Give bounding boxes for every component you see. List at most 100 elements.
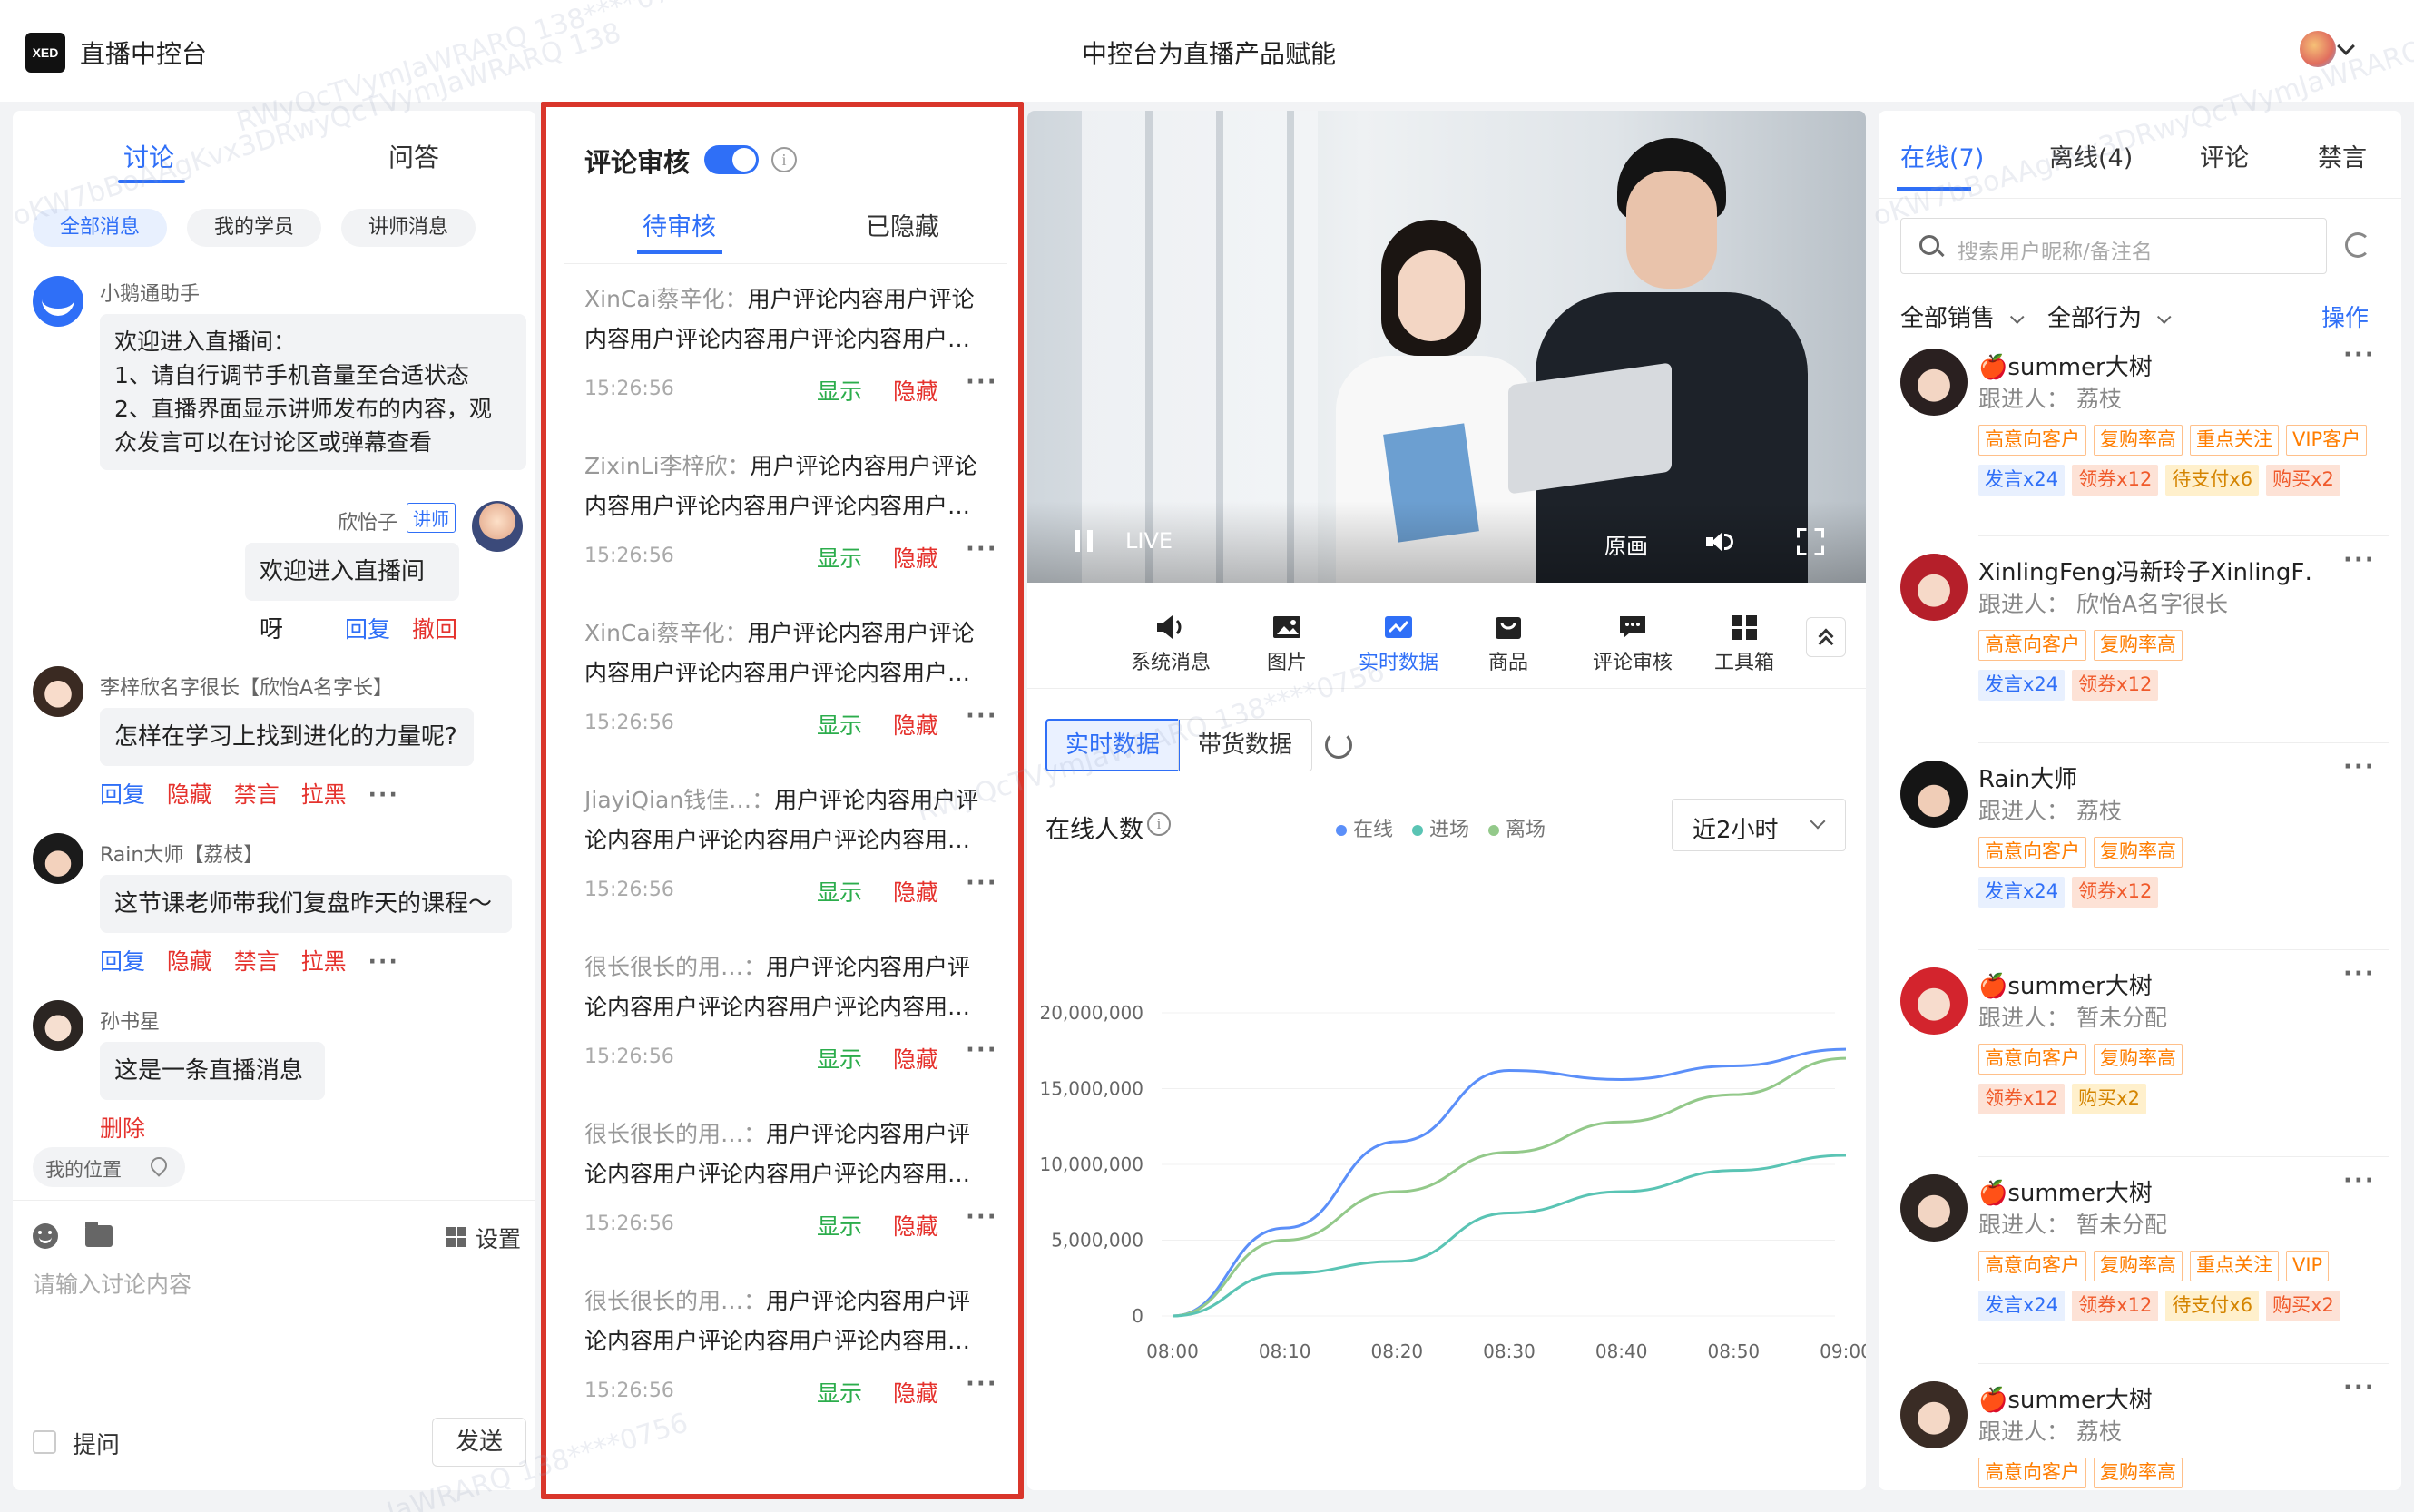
- hide-button[interactable]: 隐藏: [893, 541, 938, 574]
- filter-students[interactable]: 我的学员: [187, 209, 321, 247]
- send-button[interactable]: 发送: [432, 1418, 526, 1467]
- reply-link[interactable]: 回复: [345, 612, 390, 644]
- operate-link[interactable]: 操作: [2321, 299, 2369, 333]
- folder-icon[interactable]: [85, 1222, 113, 1247]
- user-list-item[interactable]: 🍎summer大树 ··· 跟进人： 荔枝 高意向客户 复购率高 重点关注 VIP客户…: [1879, 349, 2401, 554]
- more-icon[interactable]: ···: [966, 869, 998, 897]
- tab-online[interactable]: 在线(7): [1900, 138, 1984, 173]
- delete-link[interactable]: 删除: [100, 1111, 145, 1144]
- more-icon[interactable]: ···: [2343, 1381, 2376, 1401]
- tab-comments[interactable]: 评论: [2200, 138, 2249, 173]
- show-button[interactable]: 显示: [817, 541, 862, 574]
- user-list-item[interactable]: 🍎summer大树 ··· 跟进人： 荔枝 高意向客户 复购率高: [1879, 1381, 2401, 1490]
- user-avatar-menu[interactable]: [2300, 31, 2355, 71]
- more-icon[interactable]: ···: [368, 781, 399, 808]
- more-icon[interactable]: ···: [2343, 967, 2376, 987]
- y-tick-label: 5,000,000: [1051, 1230, 1143, 1252]
- more-icon[interactable]: ···: [2343, 1174, 2376, 1194]
- series-line-在线: [1172, 1047, 1847, 1318]
- show-button[interactable]: 显示: [817, 1376, 862, 1409]
- hide-button[interactable]: 隐藏: [893, 1376, 938, 1409]
- discussion-input[interactable]: 请输入讨论内容: [33, 1267, 191, 1300]
- toolbar-image[interactable]: 图片: [1251, 614, 1323, 675]
- more-icon[interactable]: ···: [966, 1370, 998, 1398]
- data-tab-sales[interactable]: 带货数据: [1178, 719, 1312, 771]
- more-icon[interactable]: ···: [966, 1036, 998, 1064]
- toolbar-realtime-data[interactable]: 实时数据: [1339, 614, 1457, 675]
- mute-link[interactable]: 禁言: [234, 781, 280, 808]
- hide-button[interactable]: 隐藏: [893, 1042, 938, 1075]
- search-input[interactable]: 搜索用户昵称/备注名: [1958, 234, 2153, 265]
- behavior-tag: 发言x24: [1978, 465, 2066, 496]
- user-list-item[interactable]: Rain大师 ··· 跟进人： 荔枝 高意向客户 复购率高 发言x24 领券x12: [1879, 761, 2401, 967]
- filter-behavior[interactable]: 全部行为: [2047, 299, 2172, 336]
- filter-teacher[interactable]: 讲师消息: [341, 209, 476, 247]
- show-button[interactable]: 显示: [817, 1209, 862, 1242]
- block-link[interactable]: 拉黑: [301, 948, 347, 975]
- tab-offline[interactable]: 离线(4): [2049, 138, 2133, 173]
- reply-link[interactable]: 回复: [100, 948, 145, 975]
- toolbar-system-message[interactable]: 系统消息: [1116, 614, 1225, 675]
- video-player[interactable]: LIVE 原画: [1027, 111, 1866, 583]
- more-icon[interactable]: ···: [966, 368, 998, 396]
- toolbar-comment-review[interactable]: 评论审核: [1574, 614, 1692, 675]
- behavior-tags: 领券x12 购买x2: [1978, 1084, 2389, 1114]
- hide-link[interactable]: 隐藏: [167, 781, 212, 808]
- info-icon[interactable]: i: [771, 147, 797, 172]
- quality-button[interactable]: 原画: [1604, 528, 1648, 560]
- user-tags: 高意向客户 复购率高: [1978, 1044, 2389, 1075]
- tab-discussion[interactable]: 讨论: [123, 138, 174, 174]
- emoji-icon[interactable]: [33, 1223, 58, 1249]
- toolbar-goods[interactable]: 商品: [1472, 614, 1545, 675]
- hide-button[interactable]: 隐藏: [893, 374, 938, 407]
- ask-checkbox[interactable]: [33, 1430, 56, 1454]
- tab-hidden[interactable]: 已隐藏: [866, 207, 939, 242]
- recall-link[interactable]: 撤回: [412, 612, 457, 644]
- more-icon[interactable]: ···: [2343, 761, 2376, 781]
- volume-icon[interactable]: [1706, 530, 1733, 554]
- user-tag: VIP: [2286, 1251, 2330, 1281]
- show-button[interactable]: 显示: [817, 875, 862, 908]
- show-button[interactable]: 显示: [817, 374, 862, 407]
- time-range-select[interactable]: 近2小时: [1672, 799, 1846, 851]
- user-list-item[interactable]: XinlingFeng冯新玲子XinlingF… ··· 跟进人： 欣怡A名字很…: [1879, 554, 2401, 761]
- user-list-item[interactable]: 🍎summer大树 ··· 跟进人： 暂未分配 高意向客户 复购率高 重点关注 VIP…: [1879, 1174, 2401, 1381]
- tab-pending[interactable]: 待审核: [643, 207, 716, 242]
- collapse-button[interactable]: [1806, 617, 1846, 657]
- more-icon[interactable]: ···: [368, 948, 399, 975]
- refresh-icon[interactable]: [1325, 731, 1352, 759]
- tab-qa[interactable]: 问答: [388, 138, 439, 174]
- more-icon[interactable]: ···: [2343, 349, 2376, 368]
- user-avatar: [1900, 761, 1968, 828]
- hide-button[interactable]: 隐藏: [893, 875, 938, 908]
- hide-link[interactable]: 隐藏: [167, 948, 212, 975]
- reply-link[interactable]: 回复: [100, 781, 145, 808]
- hide-button[interactable]: 隐藏: [893, 708, 938, 741]
- tab-muted[interactable]: 禁言: [2318, 138, 2367, 173]
- show-button[interactable]: 显示: [817, 1042, 862, 1075]
- more-icon[interactable]: ···: [966, 702, 998, 730]
- filter-sales[interactable]: 全部销售: [1900, 299, 2025, 336]
- user-list-item[interactable]: 🍎summer大树 ··· 跟进人： 暂未分配 高意向客户 复购率高 领券x12 购…: [1879, 967, 2401, 1174]
- filter-all[interactable]: 全部消息: [33, 209, 167, 247]
- mute-link[interactable]: 禁言: [234, 948, 280, 975]
- more-icon[interactable]: ···: [2343, 554, 2376, 574]
- message-actions: 回复 隐藏 禁言 拉黑 ···: [100, 777, 399, 810]
- review-toggle[interactable]: [704, 145, 759, 174]
- settings-button[interactable]: 设置: [446, 1220, 528, 1252]
- refresh-icon[interactable]: [2345, 232, 2370, 258]
- more-icon[interactable]: ···: [966, 1203, 998, 1231]
- message-sender: 小鹅通助手: [100, 283, 201, 306]
- data-tab-realtime[interactable]: 实时数据: [1045, 719, 1180, 771]
- hide-button[interactable]: 隐藏: [893, 1209, 938, 1242]
- top-bar: XED 直播中控台 中控台为直播产品赋能: [0, 0, 2414, 102]
- user-tag: 复购率高: [2094, 1044, 2183, 1075]
- location-chip[interactable]: 我的位置: [33, 1147, 185, 1187]
- show-button[interactable]: 显示: [817, 708, 862, 741]
- user-search[interactable]: 搜索用户昵称/备注名: [1900, 218, 2327, 274]
- pause-icon[interactable]: [1075, 530, 1093, 552]
- toolbar-toolbox[interactable]: 工具箱: [1699, 614, 1790, 675]
- info-icon[interactable]: i: [1147, 812, 1171, 836]
- more-icon[interactable]: ···: [966, 535, 998, 563]
- block-link[interactable]: 拉黑: [301, 781, 347, 808]
